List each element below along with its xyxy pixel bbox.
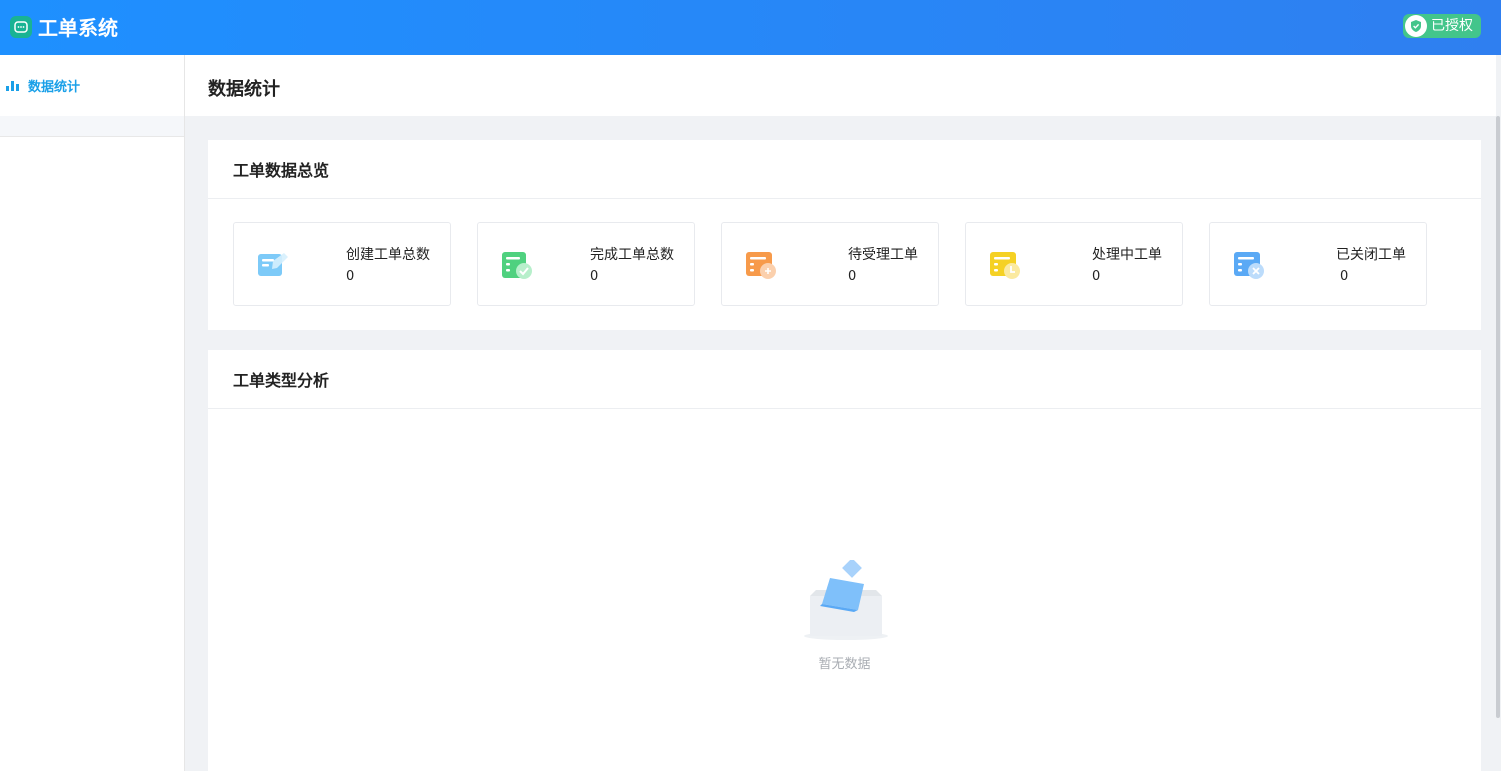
license-badge[interactable]: 已授权 bbox=[1403, 14, 1481, 38]
app-logo-icon bbox=[10, 16, 32, 38]
app-title: 工单系统 bbox=[38, 16, 118, 40]
sidebar-item-statistics[interactable]: 数据统计 bbox=[0, 55, 184, 116]
empty-state-text: 暂无数据 bbox=[818, 657, 871, 672]
page-title: 数据统计 bbox=[208, 79, 280, 100]
stat-card-created: 创建工单总数 0 bbox=[233, 222, 451, 306]
stat-label: 已关闭工单 bbox=[1336, 247, 1406, 263]
stat-label: 创建工单总数 bbox=[346, 247, 430, 263]
empty-box-icon bbox=[804, 560, 888, 640]
stat-card-processing: 处理中工单 0 bbox=[965, 222, 1183, 306]
type-analysis-title: 工单类型分析 bbox=[208, 350, 1481, 409]
sidebar-divider bbox=[0, 116, 184, 137]
processing-ticket-icon bbox=[990, 252, 1020, 279]
stat-card-closed: 已关闭工单 0 bbox=[1209, 222, 1427, 306]
bar-chart-icon bbox=[6, 80, 19, 91]
page-header: 数据统计 bbox=[185, 55, 1496, 116]
overview-card: 工单数据总览 创建工单总数 0 完成工单总数 0 待受理工单 0 处理中工单 0… bbox=[208, 140, 1481, 330]
stat-label: 处理中工单 bbox=[1092, 247, 1162, 263]
sidebar-item-label: 数据统计 bbox=[28, 80, 81, 95]
stat-label: 完成工单总数 bbox=[590, 247, 674, 263]
overview-title: 工单数据总览 bbox=[208, 140, 1481, 199]
sidebar: 数据统计 bbox=[0, 55, 185, 771]
license-label: 已授权 bbox=[1431, 18, 1473, 34]
stat-value: 0 bbox=[1340, 269, 1349, 284]
stat-label: 待受理工单 bbox=[848, 247, 918, 263]
stat-value: 0 bbox=[590, 269, 599, 284]
completed-ticket-icon bbox=[502, 252, 532, 279]
pending-ticket-icon bbox=[746, 252, 776, 279]
shield-check-icon bbox=[1405, 15, 1427, 37]
stat-card-pending: 待受理工单 0 bbox=[721, 222, 939, 306]
scrollbar[interactable] bbox=[1496, 116, 1500, 718]
created-ticket-icon bbox=[258, 253, 288, 276]
stat-value: 0 bbox=[1092, 269, 1101, 284]
stat-value: 0 bbox=[346, 269, 355, 284]
stat-card-completed: 完成工单总数 0 bbox=[477, 222, 695, 306]
closed-ticket-icon bbox=[1234, 252, 1264, 279]
type-analysis-card: 工单类型分析 暂无数据 bbox=[208, 350, 1481, 771]
top-bar: 工单系统 已授权 bbox=[0, 0, 1501, 55]
stat-value: 0 bbox=[848, 269, 857, 284]
